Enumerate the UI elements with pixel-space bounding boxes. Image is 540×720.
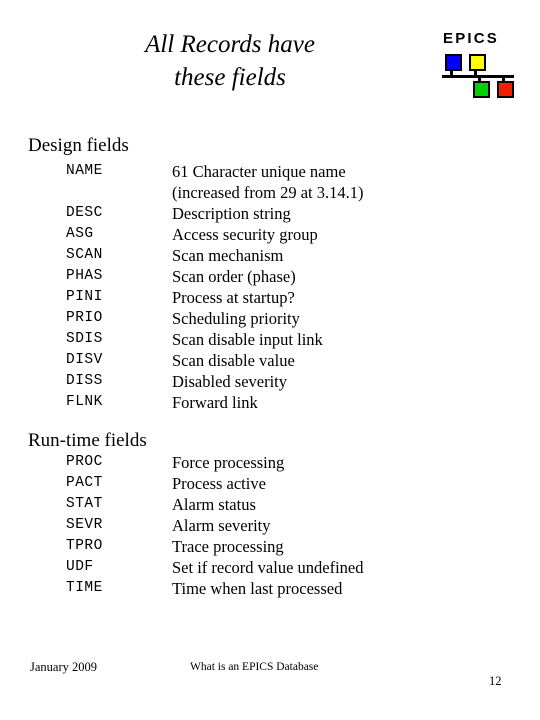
field-row: SEVR Alarm severity (66, 515, 364, 536)
field-name: DESC (66, 205, 103, 221)
field-name: TIME (66, 580, 103, 596)
footer-presentation-title: What is an EPICS Database (190, 661, 319, 673)
field-description: Scan mechanism (172, 246, 284, 265)
epics-network-diagram-icon (440, 54, 522, 98)
field-description: 61 Character unique name (increased from … (172, 162, 364, 202)
field-name: SCAN (66, 247, 103, 263)
logo-node-blue-icon (445, 54, 462, 71)
field-row: STAT Alarm status (66, 494, 364, 515)
field-row: UDF Set if record value undefined (66, 557, 364, 578)
field-description: Scan disable value (172, 351, 295, 370)
field-description: Alarm severity (172, 516, 271, 535)
section-heading-runtime-fields: Run-time fields (28, 430, 147, 451)
page-title-line-1: All Records have (145, 31, 315, 58)
field-name: NAME (66, 163, 103, 179)
field-row: PRIO Scheduling priority (66, 308, 364, 329)
logo-stub-blue (450, 71, 453, 76)
field-name: SDIS (66, 331, 103, 347)
field-description: Forward link (172, 393, 258, 412)
page-title-line-2: these fields (174, 64, 286, 91)
runtime-fields-table: PROC Force processing PACT Process active ST… (66, 452, 364, 599)
field-description-continuation: (increased from 29 at 3.14.1) (172, 183, 364, 202)
field-description: Process at startup? (172, 288, 295, 307)
field-row: DISV Scan disable value (66, 350, 364, 371)
field-row: PROC Force processing (66, 452, 364, 473)
field-row: FLNK Forward link (66, 392, 364, 413)
section-heading-design-fields: Design fields (28, 135, 129, 156)
field-name: ASG (66, 226, 94, 242)
field-description: Scan order (phase) (172, 267, 296, 286)
field-description: Scheduling priority (172, 309, 300, 328)
epics-wordmark: EPICS (443, 30, 500, 47)
field-row: TPRO Trace processing (66, 536, 364, 557)
page-title: All Records have these fields (30, 28, 430, 94)
logo-node-green-icon (473, 81, 490, 98)
field-description: Alarm status (172, 495, 256, 514)
logo-stub-yellow (474, 71, 477, 76)
footer-date: January 2009 (30, 660, 97, 674)
field-row: SDIS Scan disable input link (66, 329, 364, 350)
field-name: PROC (66, 454, 103, 470)
field-description: Disabled severity (172, 372, 288, 391)
field-row: PHAS Scan order (phase) (66, 266, 364, 287)
logo-node-red-icon (497, 81, 514, 98)
field-description: Access security group (172, 225, 318, 244)
field-row: DESC Description string (66, 203, 364, 224)
field-name: SEVR (66, 517, 103, 533)
field-description: Scan disable input link (172, 330, 323, 349)
field-name: PRIO (66, 310, 103, 326)
field-description: Set if record value undefined (172, 558, 364, 577)
footer-page-number: 12 (489, 674, 502, 688)
design-fields-body: NAME 61 Character unique name (increased f… (66, 161, 364, 413)
field-row: PACT Process active (66, 473, 364, 494)
field-name: PACT (66, 475, 103, 491)
field-description: Trace processing (172, 537, 284, 556)
field-name: PHAS (66, 268, 103, 284)
design-fields-table: NAME 61 Character unique name (increased f… (66, 161, 364, 413)
field-row: PINI Process at startup? (66, 287, 364, 308)
runtime-fields-body: PROC Force processing PACT Process active ST… (66, 452, 364, 599)
field-row: ASG Access security group (66, 224, 364, 245)
field-name: STAT (66, 496, 103, 512)
field-name: UDF (66, 559, 94, 575)
field-name: TPRO (66, 538, 103, 554)
logo-node-yellow-icon (469, 54, 486, 71)
field-name: PINI (66, 289, 103, 305)
field-name: FLNK (66, 394, 103, 410)
field-row: NAME 61 Character unique name (increased f… (66, 161, 364, 203)
field-row: SCAN Scan mechanism (66, 245, 364, 266)
field-name: DISV (66, 352, 103, 368)
field-description: Force processing (172, 453, 285, 472)
field-row: TIME Time when last processed (66, 578, 364, 599)
field-description: Time when last processed (172, 579, 343, 598)
field-row: DISS Disabled severity (66, 371, 364, 392)
field-description: Process active (172, 474, 266, 493)
field-name: DISS (66, 373, 103, 389)
epics-logo: EPICS (440, 30, 522, 98)
field-description: Description string (172, 204, 291, 223)
